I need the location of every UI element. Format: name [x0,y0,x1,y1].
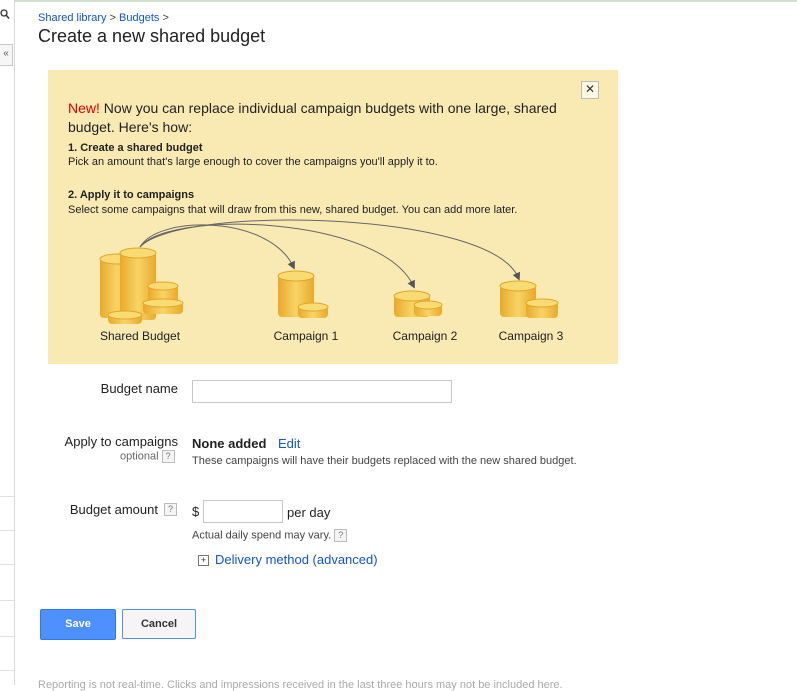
coin-stack-campaign-3 [499,280,559,318]
apply-campaigns-note: These campaigns will have their budgets … [192,455,577,467]
amount-note-text: Actual daily spend may vary. [192,529,332,542]
delivery-method-toggle[interactable]: + Delivery method (advanced) [198,552,378,567]
amount-note: Actual daily spend may vary. ? [192,529,348,542]
shared-budget-promo: ✕ New! Now you can replace individual ca… [48,70,618,364]
page-title: Create a new shared budget [38,26,266,46]
currency-symbol: $ [192,504,200,519]
sidebar-divider [0,496,14,497]
breadcrumb-shared-library[interactable]: Shared library [38,12,106,24]
help-icon[interactable]: ? [334,529,348,542]
arrow-campaign-3 [139,219,520,281]
save-button[interactable]: Save [40,609,116,640]
shared-budget-illustration [99,219,559,324]
breadcrumb-separator: > [106,12,120,24]
arrow-campaign-1 [139,224,295,270]
coin-stack-campaign-2 [393,290,443,317]
label-campaign-2: Campaign 2 [392,329,458,343]
search-icon[interactable] [0,8,12,30]
coin-stack-shared [99,247,184,324]
label-campaign-1: Campaign 1 [273,329,339,343]
sidebar-divider [0,670,14,671]
arrow-campaign-2 [139,223,415,289]
sidebar-divider [0,564,14,565]
coin-stack-campaign-1 [277,270,329,318]
optional-label: optional ? [120,450,175,463]
top-divider [0,0,797,2]
budget-amount-input[interactable] [203,500,283,523]
sidebar-divider [0,636,14,637]
breadcrumb-budgets[interactable]: Budgets [119,12,159,24]
budget-amount-label: Budget amount [69,502,158,517]
help-icon[interactable]: ? [161,450,175,463]
edit-campaigns-link[interactable]: Edit [278,436,300,451]
budget-name-label: Budget name [100,381,178,396]
label-campaign-3: Campaign 3 [498,329,564,343]
breadcrumb-separator: > [159,12,169,24]
footer-note: Reporting is not real-time. Clicks and i… [38,679,563,691]
label-shared-budget: Shared Budget [99,329,181,343]
optional-text: optional [120,450,159,463]
cancel-button[interactable]: Cancel [122,609,196,639]
per-day-label: per day [287,505,331,520]
collapse-sidebar-button[interactable]: « [0,44,13,66]
sidebar-divider [0,530,14,531]
apply-campaigns-value: None added [192,436,267,451]
budget-name-input[interactable] [192,380,452,403]
breadcrumb: Shared library > Budgets > [38,12,169,24]
delivery-method-label: Delivery method (advanced) [215,552,378,567]
expand-icon: + [198,555,209,566]
help-icon[interactable]: ? [164,503,177,516]
sidebar-divider [0,600,14,601]
left-sidebar: « [0,0,15,685]
apply-to-campaigns-label: Apply to campaigns [64,434,178,449]
